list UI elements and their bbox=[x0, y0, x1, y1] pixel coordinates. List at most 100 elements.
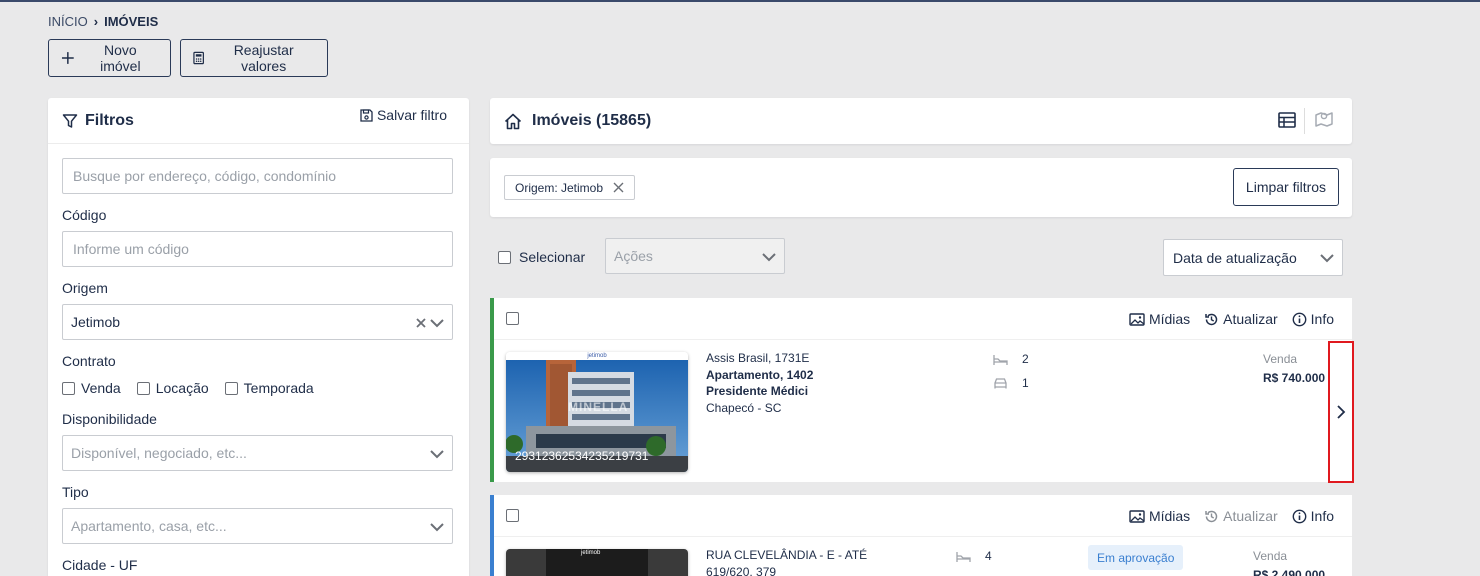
select-all-label: Selecionar bbox=[519, 249, 586, 265]
clear-filters-button[interactable]: Limpar filtros bbox=[1233, 168, 1339, 206]
filter-chip-label: Origem: Jetimob bbox=[515, 180, 604, 195]
contract-option-label: Locação bbox=[155, 380, 209, 396]
clear-icon[interactable] bbox=[416, 318, 426, 328]
media-label: Mídias bbox=[1148, 311, 1191, 327]
type-placeholder: Apartamento, casa, etc... bbox=[71, 518, 227, 534]
availability-label: Disponibilidade bbox=[62, 411, 157, 427]
update-button[interactable]: Atualizar bbox=[1204, 311, 1278, 327]
property-card: Mídias Atualizar Info jetimob RUA CLEVEL… bbox=[490, 495, 1352, 576]
origin-value: Jetimob bbox=[71, 314, 121, 330]
info-icon bbox=[1292, 509, 1307, 523]
bed-icon bbox=[956, 551, 971, 562]
plus-icon bbox=[61, 52, 74, 64]
parking-count: 1 bbox=[1022, 376, 1029, 390]
contract-type: Venda bbox=[1263, 352, 1298, 366]
unit: 619/620, 379 bbox=[706, 564, 777, 576]
chevron-right-icon bbox=[1337, 405, 1346, 419]
media-label: Mídias bbox=[1148, 508, 1191, 524]
contract-option-season[interactable]: Temporada bbox=[224, 380, 314, 396]
neighborhood: Presidente Médici bbox=[706, 384, 809, 398]
breadcrumb: INÍCIO › IMÓVEIS bbox=[48, 14, 158, 29]
history-icon bbox=[1205, 313, 1218, 325]
filter-icon bbox=[62, 113, 78, 128]
property-photo[interactable]: jetimob MINELLA 29312362534235219731 bbox=[506, 352, 688, 472]
street: RUA CLEVELÂNDIA - E - ATÉ bbox=[706, 548, 868, 562]
contract-options: Venda Locação Temporada bbox=[62, 380, 314, 396]
card-actions: Mídias Atualizar Info bbox=[1129, 298, 1334, 340]
info-button[interactable]: Info bbox=[1292, 508, 1334, 524]
media-button[interactable]: Mídias bbox=[1129, 508, 1190, 524]
expand-card-button[interactable] bbox=[1328, 341, 1354, 483]
bedrooms: 2 bbox=[993, 352, 1029, 366]
filter-chip: Origem: Jetimob bbox=[504, 175, 636, 200]
unit: Apartamento, 1402 bbox=[706, 367, 814, 382]
property-address[interactable]: Assis Brasil, 1731E Apartamento, 1402 Pr… bbox=[706, 350, 813, 416]
image-icon bbox=[1129, 509, 1145, 523]
checkbox[interactable] bbox=[224, 381, 238, 395]
card-header: Mídias Atualizar Info bbox=[494, 495, 1352, 537]
contract-option-rent[interactable]: Locação bbox=[136, 380, 209, 396]
checkbox[interactable] bbox=[62, 381, 75, 395]
availability-select[interactable]: Disponível, negociado, etc... bbox=[62, 435, 453, 471]
listing-header: Imóveis (15865) bbox=[490, 98, 1352, 144]
adjust-values-button[interactable]: Reajustar valores bbox=[180, 39, 328, 77]
sort-select[interactable]: Data de atualização bbox=[1163, 239, 1343, 276]
card-header: Mídias Atualizar Info bbox=[494, 298, 1352, 340]
top-border bbox=[0, 0, 1480, 2]
image-icon bbox=[1129, 312, 1145, 326]
property-address[interactable]: RUA CLEVELÂNDIA - E - ATÉ 619/620, 379 bbox=[706, 547, 867, 576]
price-info: Venda R$ 2.490.000 bbox=[1253, 547, 1325, 576]
type-label: Tipo bbox=[62, 484, 89, 500]
info-button[interactable]: Info bbox=[1292, 311, 1334, 327]
property-photo[interactable]: jetimob bbox=[506, 549, 688, 576]
history-icon bbox=[1205, 510, 1218, 522]
checkbox[interactable] bbox=[136, 381, 150, 395]
type-select[interactable]: Apartamento, casa, etc... bbox=[62, 508, 453, 544]
search-input[interactable]: Busque por endereço, código, condomínio bbox=[62, 158, 453, 194]
save-filter-button[interactable]: Salvar filtro bbox=[360, 107, 447, 123]
filters-title: Filtros bbox=[85, 111, 134, 129]
map-view-icon[interactable] bbox=[1314, 109, 1334, 129]
chevron-down-icon bbox=[430, 523, 444, 532]
breadcrumb-home[interactable]: INÍCIO bbox=[48, 14, 88, 29]
bedrooms-count: 2 bbox=[1022, 352, 1029, 366]
origin-select[interactable]: Jetimob bbox=[62, 304, 453, 340]
street: Assis Brasil, 1731E bbox=[706, 351, 810, 365]
city: Chapecó - SC bbox=[706, 400, 782, 415]
home-icon bbox=[504, 113, 522, 129]
actions-select[interactable]: Ações bbox=[605, 238, 785, 274]
chevron-down-icon bbox=[1320, 254, 1334, 263]
checkbox[interactable] bbox=[506, 312, 519, 325]
new-property-button[interactable]: Novo imóvel bbox=[48, 39, 171, 77]
availability-placeholder: Disponível, negociado, etc... bbox=[71, 445, 247, 461]
info-label: Info bbox=[1310, 311, 1334, 327]
property-card: Mídias Atualizar Info jetimob MINELLA 29… bbox=[490, 298, 1352, 482]
contract-option-label: Venda bbox=[81, 380, 121, 396]
active-filters-bar: Origem: Jetimob Limpar filtros bbox=[490, 158, 1352, 217]
chevron-down-icon bbox=[430, 450, 444, 459]
media-button[interactable]: Mídias bbox=[1129, 311, 1190, 327]
price-value: R$ 740.000 bbox=[1263, 371, 1326, 385]
filters-header: Filtros Salvar filtro bbox=[48, 98, 469, 144]
photo-code: 29312362534235219731 bbox=[515, 449, 649, 463]
checkbox[interactable] bbox=[498, 250, 511, 264]
code-input[interactable]: Informe um código bbox=[62, 231, 453, 267]
checkbox[interactable] bbox=[506, 509, 519, 522]
price-info: Venda R$ 740.000 bbox=[1263, 350, 1325, 388]
parking: 1 bbox=[993, 376, 1029, 390]
close-icon[interactable] bbox=[613, 182, 624, 193]
info-icon bbox=[1292, 312, 1307, 326]
code-label: Código bbox=[62, 207, 107, 223]
bedrooms-count: 4 bbox=[985, 549, 992, 563]
contract-option-sale[interactable]: Venda bbox=[62, 380, 121, 396]
city-label: Cidade - UF bbox=[62, 557, 138, 573]
table-view-icon[interactable] bbox=[1278, 112, 1296, 128]
brand-logo: jetimob bbox=[506, 352, 688, 360]
card-actions: Mídias Atualizar Info bbox=[1129, 495, 1334, 537]
listing-title: Imóveis (15865) bbox=[532, 112, 652, 129]
price-value: R$ 2.490.000 bbox=[1253, 568, 1326, 576]
select-all[interactable]: Selecionar bbox=[498, 249, 585, 265]
update-button[interactable]: Atualizar bbox=[1204, 508, 1278, 524]
breadcrumb-current: IMÓVEIS bbox=[104, 14, 159, 29]
filters-panel: Filtros Salvar filtro Busque por endereç… bbox=[48, 98, 469, 576]
